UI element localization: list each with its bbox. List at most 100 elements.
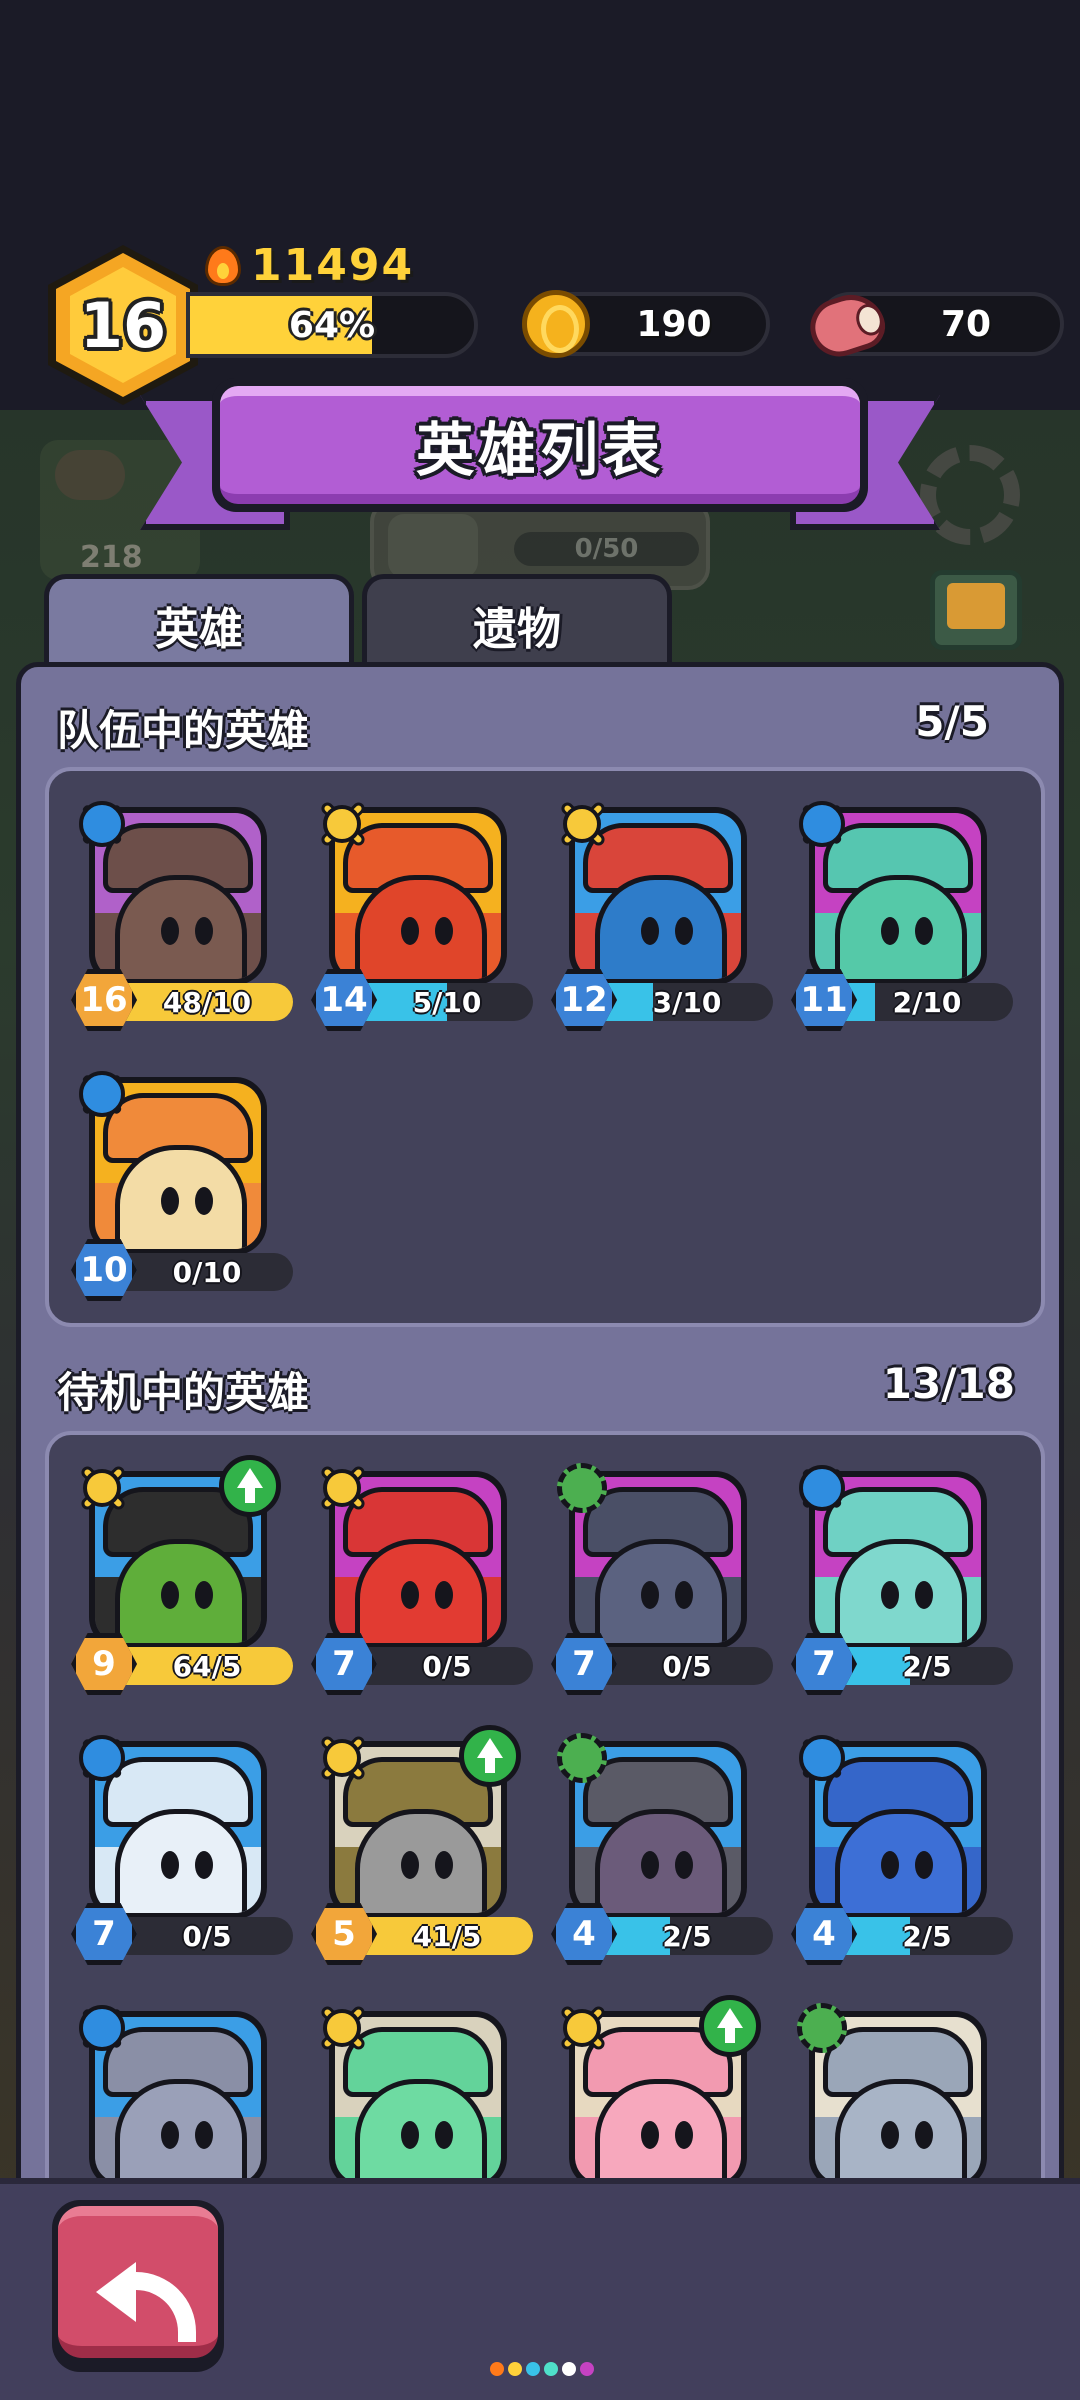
hero-card[interactable]: 5/10 14 [311, 793, 533, 1031]
hero-card[interactable] [551, 1995, 771, 2197]
hero-card[interactable]: 2/5 4 [791, 1727, 1013, 1965]
crossed-bones-badge-icon [551, 1997, 613, 2059]
tab-relics[interactable]: 遗物 [362, 574, 672, 670]
power-value: 11494 [251, 240, 415, 291]
crossed-bones-badge-icon [311, 1457, 373, 1519]
hero-card[interactable]: 41/5 5 [311, 1725, 533, 1965]
hero-progress-text: 2/5 [902, 1649, 952, 1683]
back-arrow-icon [96, 2256, 196, 2342]
back-button[interactable] [52, 2200, 224, 2372]
skull-gear-badge-icon [551, 1727, 613, 1789]
hero-progress-text: 0/5 [662, 1649, 712, 1683]
background-meat-count: 218 [80, 540, 143, 575]
hero-card[interactable]: 0/5 7 [311, 1457, 533, 1695]
power-display: 11494 [205, 240, 414, 291]
upgrade-arrow-icon [699, 1995, 761, 2057]
team-section-count: 5/5 [915, 697, 989, 746]
hero-progress-text: 0/5 [182, 1919, 232, 1953]
hero-card[interactable] [311, 1997, 531, 2197]
gear-icon[interactable] [920, 445, 1020, 545]
hero-card[interactable] [791, 1997, 1011, 2197]
hero-progress-text: 48/10 [162, 985, 252, 1019]
hero-progress-text: 3/10 [652, 985, 722, 1019]
team-grid: 48/10 16 5/10 14 3/10 12 2/10 11 0/10 10 [45, 767, 1045, 1327]
hero-card[interactable]: 64/5 9 [71, 1455, 293, 1695]
page-dot [580, 2362, 594, 2376]
page-dot [508, 2362, 522, 2376]
skull-icon [388, 514, 478, 578]
hero-progress-bar: 0/10 [121, 1253, 293, 1291]
page-dot [544, 2362, 558, 2376]
title-banner: 英雄列表 [212, 378, 868, 512]
hero-progress-text: 64/5 [172, 1649, 242, 1683]
player-level: 16 [79, 288, 167, 362]
page-dot [526, 2362, 540, 2376]
crossed-bones-badge-icon [311, 1727, 373, 1789]
hero-progress-bar: 41/5 [361, 1917, 533, 1955]
hero-card[interactable]: 2/5 4 [551, 1727, 773, 1965]
player-level-badge[interactable]: 16 [48, 245, 198, 405]
hero-progress-bar: 2/5 [841, 1917, 1013, 1955]
meat-icon [802, 285, 892, 365]
crossed-bones-badge-icon [311, 793, 373, 855]
hero-progress-bar: 2/5 [601, 1917, 773, 1955]
hero-list-panel: 队伍中的英雄 5/5 48/10 16 5/10 14 3/10 12 2/10 11 0/10… [16, 662, 1064, 2202]
hero-card[interactable]: 0/5 7 [551, 1457, 773, 1695]
crossed-swords-badge-icon [791, 1457, 853, 1519]
hero-progress-bar: 2/10 [841, 983, 1013, 1021]
envelope-icon [947, 583, 1005, 629]
upgrade-arrow-icon [219, 1455, 281, 1517]
hero-progress-text: 5/10 [412, 985, 482, 1019]
coin-counter[interactable]: 190 [522, 290, 770, 358]
hero-progress-bar: 0/5 [121, 1917, 293, 1955]
hero-progress-text: 2/5 [662, 1919, 712, 1953]
xp-percent: 64% [288, 304, 376, 346]
hero-progress-bar: 0/5 [601, 1647, 773, 1685]
hero-card[interactable] [71, 1997, 291, 2197]
crossed-swords-badge-icon [791, 1727, 853, 1789]
fire-icon [205, 245, 241, 286]
crossed-swords-badge-icon [71, 1997, 133, 2059]
hero-card[interactable]: 0/10 10 [71, 1063, 293, 1301]
tab-heroes[interactable]: 英雄 [44, 574, 354, 670]
standby-grid: 64/5 9 0/5 7 0/5 7 2/5 7 0/5 7 41/5 5 2/5 4 2/5 4 [45, 1431, 1045, 2197]
skull-gear-badge-icon [551, 1457, 613, 1519]
hero-card[interactable]: 48/10 16 [71, 793, 293, 1031]
hero-card[interactable]: 2/10 11 [791, 793, 1013, 1031]
page-title: 英雄列表 [415, 416, 664, 484]
hero-progress-text: 2/5 [902, 1919, 952, 1953]
hero-card[interactable]: 3/10 12 [551, 793, 773, 1031]
hero-progress-text: 2/10 [892, 985, 962, 1019]
crossed-swords-badge-icon [71, 793, 133, 855]
crossed-swords-badge-icon [71, 1727, 133, 1789]
hero-progress-bar: 3/10 [601, 983, 773, 1021]
coin-icon [522, 290, 590, 358]
hero-progress-text: 0/10 [172, 1255, 242, 1289]
background-skull-progress: 0/50 [514, 532, 699, 566]
hero-progress-text: 41/5 [412, 1919, 482, 1953]
standby-section-count: 13/18 [882, 1359, 1015, 1408]
mail-button[interactable] [930, 570, 1022, 650]
page-dot [562, 2362, 576, 2376]
hero-card[interactable]: 2/5 7 [791, 1457, 1013, 1695]
hero-progress-bar: 0/5 [361, 1647, 533, 1685]
xp-bar: 64% [186, 292, 478, 358]
upgrade-arrow-icon [459, 1725, 521, 1787]
standby-section-title: 待机中的英雄 [57, 1368, 310, 1417]
meat-value: 70 [940, 303, 992, 345]
crossed-bones-badge-icon [551, 793, 613, 855]
crossed-bones-badge-icon [311, 1997, 373, 2059]
coin-value: 190 [636, 303, 712, 345]
page-indicator [490, 2362, 594, 2376]
crossed-swords-badge-icon [71, 1063, 133, 1125]
hero-progress-text: 0/5 [422, 1649, 472, 1683]
page-dot [490, 2362, 504, 2376]
hero-card[interactable]: 0/5 7 [71, 1727, 293, 1965]
hero-progress-bar: 2/5 [841, 1647, 1013, 1685]
crossed-swords-badge-icon [791, 793, 853, 855]
crossed-bones-badge-icon [71, 1457, 133, 1519]
meat-counter[interactable]: 70 [802, 285, 1064, 365]
team-section-title: 队伍中的英雄 [57, 706, 310, 755]
skull-gear-badge-icon [791, 1997, 853, 2059]
hero-progress-bar: 5/10 [361, 983, 533, 1021]
